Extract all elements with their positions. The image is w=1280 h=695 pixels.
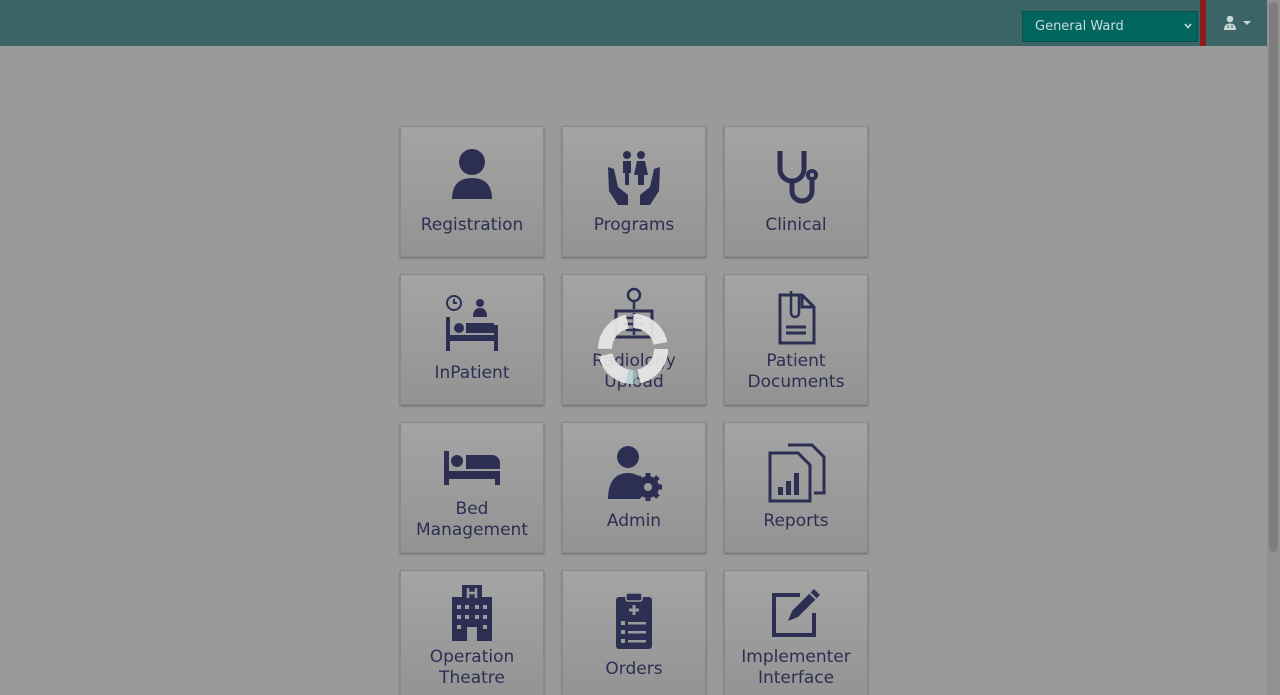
tile-label: Bed Management: [416, 498, 528, 540]
tile-label: Orders: [605, 659, 663, 679]
tile-operation-theatre[interactable]: Operation Theatre: [400, 570, 544, 695]
tile-clinical[interactable]: Clinical: [724, 126, 868, 257]
tile-label: InPatient: [434, 363, 510, 383]
tile-bed-management[interactable]: Bed Management: [400, 422, 544, 553]
paperclip-document-icon: [766, 287, 826, 347]
caret-down-icon: [1242, 21, 1251, 25]
loading-spinner-icon: [598, 314, 668, 384]
family-hands-icon: [604, 147, 664, 207]
tile-programs[interactable]: Programs: [562, 126, 706, 257]
clipboard-list-icon: [604, 591, 664, 651]
user-menu-button[interactable]: [1206, 0, 1267, 46]
tile-admin[interactable]: Admin: [562, 422, 706, 553]
scrollbar[interactable]: [1267, 0, 1280, 695]
tile-inpatient[interactable]: InPatient: [400, 274, 544, 405]
inpatient-bed-icon: [442, 295, 502, 355]
tile-label: Patient Documents: [747, 350, 845, 392]
tile-label: Reports: [763, 511, 829, 531]
tile-reports[interactable]: Reports: [724, 422, 868, 553]
hospital-icon: [442, 583, 502, 643]
tile-label: Registration: [420, 215, 524, 235]
top-header: General Ward: [0, 0, 1267, 46]
bed-icon: [442, 435, 502, 495]
tile-label: Clinical: [765, 215, 827, 235]
tile-implementer-interface[interactable]: Implementer Interface: [724, 570, 868, 695]
location-select-value: General Ward: [1035, 19, 1124, 34]
stethoscope-icon: [766, 147, 826, 207]
tile-label: Operation Theatre: [429, 646, 515, 688]
user-icon: [442, 147, 502, 207]
report-chart-icon: [766, 443, 826, 503]
tile-registration[interactable]: Registration: [400, 126, 544, 257]
tile-orders[interactable]: Orders: [562, 570, 706, 695]
tile-patient-documents[interactable]: Patient Documents: [724, 274, 868, 405]
scrollbar-thumb[interactable]: [1269, 2, 1278, 552]
user-gear-icon: [604, 443, 664, 503]
user-doctor-icon: [1223, 15, 1236, 30]
tile-label: Implementer Interface: [741, 646, 851, 688]
edit-icon: [766, 583, 826, 643]
location-select[interactable]: General Ward: [1022, 11, 1198, 42]
chevron-down-icon: [1184, 23, 1192, 29]
tile-label: Programs: [593, 215, 675, 235]
app-tiles-grid: Registration Programs Clinical InPatient…: [400, 126, 868, 695]
tile-label: Admin: [606, 511, 662, 531]
